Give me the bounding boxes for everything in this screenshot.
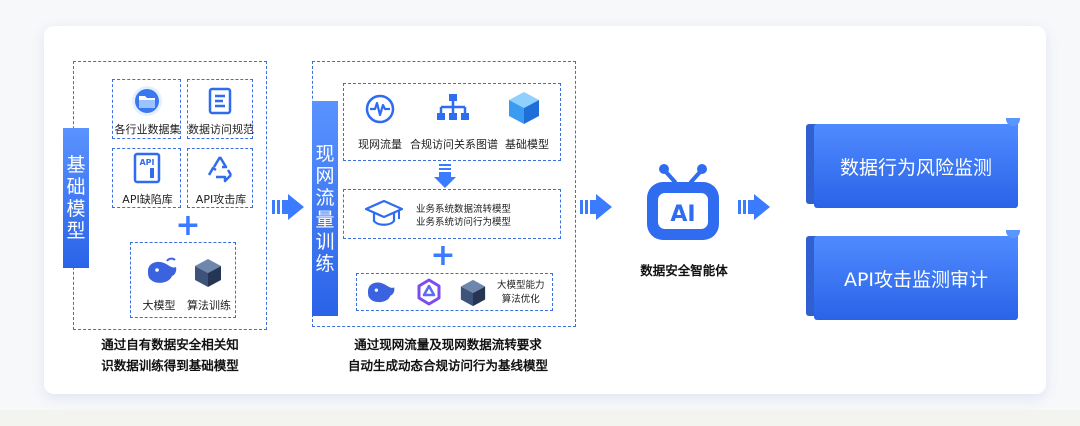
arrow-icon-3: [738, 194, 770, 220]
middle-model-box: 业务系统数据流转模型 业务系统访问行为模型: [343, 189, 561, 239]
api-attack-label: API攻击库: [195, 193, 247, 206]
access-spec-label: 数据访问规范: [188, 123, 254, 136]
api-file-icon: API: [133, 152, 161, 184]
svg-text:API: API: [139, 158, 154, 167]
hierarchy-icon: [437, 94, 469, 120]
cube-icon-2: [460, 279, 486, 307]
access-spec-item: 数据访问规范: [187, 79, 254, 139]
api-defect-item: API API缺陷库: [112, 148, 181, 208]
compliance-graph-label: 合规访问关系图谱: [410, 138, 498, 151]
middle-vertical-label: 现网流量训练: [312, 101, 338, 316]
cube-icon: [195, 259, 221, 287]
left-bottom-box: 大模型 算法训练: [130, 242, 236, 318]
graduation-cap-icon: [364, 199, 404, 226]
model-text: 业务系统数据流转模型 业务系统访问行为模型: [416, 204, 512, 228]
api-audit-banner: API攻击监测审计: [814, 236, 1018, 320]
middle-caption: 通过现网流量及现网数据流转要求 自动生成动态合规访问行为基线模型: [347, 337, 548, 373]
whale-icon-2: [368, 282, 395, 303]
arrow-icon-2: [580, 194, 612, 220]
left-caption: 通过自有数据安全相关知 识数据训练得到基础模型: [101, 337, 239, 373]
waveform-icon: [365, 94, 395, 124]
api-attack-item: API攻击库: [187, 148, 253, 208]
agent-label: 数据安全智能体: [640, 263, 728, 278]
folder-icon: [132, 86, 162, 116]
star-knot-icon: [417, 278, 441, 306]
api-defect-label: API缺陷库: [122, 193, 173, 206]
document-icon: [208, 87, 232, 115]
middle-plus-icon: +: [430, 238, 456, 273]
middle-bottom-box: 大模型能力 算法优化: [356, 273, 553, 311]
middle-top-box: 现网流量 合规访问关系图谱 基础模型: [343, 83, 561, 161]
live-traffic-label: 现网流量: [358, 138, 402, 151]
left-plus-icon: +: [175, 208, 201, 243]
arrow-icon-1: [272, 194, 304, 220]
llm-label: 大模型: [142, 299, 176, 312]
risk-monitor-banner: 数据行为风险监测: [814, 124, 1018, 208]
output-banner-1: 数据行为风险监测: [806, 118, 1022, 210]
base-model-cube-icon: [509, 92, 539, 124]
left-vertical-label: 基础模型: [63, 128, 89, 268]
diagram-page: 基础模型 各行业数据集 数据访问规范 API API缺陷库 API攻击库 + 大…: [0, 0, 1080, 426]
dataset-item: 各行业数据集: [112, 79, 181, 139]
recycle-icon: [207, 156, 233, 183]
output-banner-2: API攻击监测审计: [806, 230, 1022, 322]
ai-robot-icon: AI: [647, 164, 719, 240]
base-model-label: 基础模型: [505, 138, 549, 151]
dataset-label: 各行业数据集: [114, 123, 181, 136]
whale-icon: [148, 257, 177, 283]
algorithm-training-label: 算法训练: [187, 299, 231, 312]
down-arrow-icon: [434, 164, 456, 188]
svg-text:AI: AI: [670, 202, 695, 227]
bottom-strip: [0, 410, 1080, 426]
bottom-capability-text: 大模型能力 算法优化: [497, 280, 545, 305]
